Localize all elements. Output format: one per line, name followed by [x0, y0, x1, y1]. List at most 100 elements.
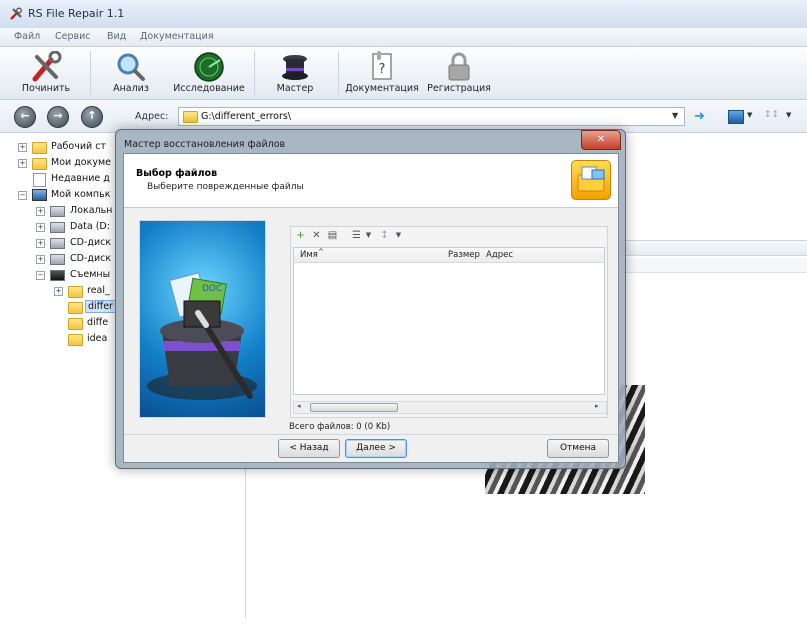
go-arrow-icon[interactable]: ➜: [694, 109, 705, 124]
magic-hat-icon: [278, 51, 312, 83]
expand-icon[interactable]: +: [36, 223, 45, 232]
bottom-edge: [0, 618, 807, 625]
view-mode-chevron-icon[interactable]: ▼: [747, 111, 752, 119]
registration-button[interactable]: Регистрация: [424, 47, 494, 99]
repair-label: Починить: [21, 83, 71, 94]
collapse-icon[interactable]: −: [18, 191, 27, 200]
horizontal-scrollbar[interactable]: ◂ ▸: [293, 401, 607, 414]
magnifier-icon: [114, 51, 148, 83]
address-input[interactable]: G:\different_errors\ ▼: [178, 107, 685, 126]
collapse-icon[interactable]: −: [36, 271, 45, 280]
sort-icon[interactable]: ↕: [379, 230, 390, 241]
documentation-label: Документация: [345, 83, 419, 94]
next-button[interactable]: Далее >: [345, 439, 407, 458]
add-file-icon[interactable]: +: [295, 230, 306, 241]
documentation-button[interactable]: ? Документация: [342, 47, 422, 99]
expand-icon[interactable]: +: [36, 255, 45, 264]
tree-item-label: real_: [87, 285, 110, 296]
drive-icon: [50, 206, 65, 217]
cd-drive-icon: [50, 238, 65, 249]
wizard-button[interactable]: Мастер: [266, 47, 324, 99]
address-label: Адрес:: [135, 111, 169, 122]
sort-chevron-icon[interactable]: ▼: [393, 230, 404, 241]
menu-service[interactable]: Сервис: [55, 31, 91, 42]
expand-icon[interactable]: +: [18, 159, 27, 168]
wizard-banner-image: DOC: [139, 220, 266, 418]
menu-file[interactable]: Файл: [14, 31, 40, 42]
view-chevron-icon[interactable]: ▼: [363, 230, 374, 241]
removable-drive-icon: [50, 270, 65, 281]
tree-item-label: CD-диск: [70, 237, 112, 248]
chevron-down-icon[interactable]: ▼: [672, 111, 678, 120]
tree-item-label: Съемны: [70, 269, 111, 280]
column-address[interactable]: Адрес: [486, 250, 513, 260]
dialog-title: Мастер восстановления файлов: [124, 139, 286, 150]
footer-divider: [124, 434, 618, 435]
tree-item-label: idea: [87, 333, 108, 344]
column-name[interactable]: Имя: [300, 250, 318, 260]
menu-view[interactable]: Вид: [107, 31, 126, 42]
folder-icon: [32, 142, 47, 154]
toolbar-separator: [254, 51, 255, 95]
clear-list-icon[interactable]: ▤: [327, 230, 338, 241]
cd-drive-icon: [50, 254, 65, 265]
up-nav-button[interactable]: ↑: [81, 106, 103, 128]
forward-nav-button[interactable]: →: [47, 106, 69, 128]
research-button[interactable]: Исследование: [166, 47, 252, 99]
address-value: G:\different_errors\: [201, 111, 292, 122]
dialog-body: Выбор файлов Выберите поврежденные файлы…: [123, 153, 619, 463]
expand-icon[interactable]: +: [36, 239, 45, 248]
dialog-header: Выбор файлов Выберите поврежденные файлы: [124, 154, 618, 208]
view-mode-icon[interactable]: [728, 110, 744, 124]
folder-icon: [32, 158, 47, 170]
wizard-label: Мастер: [276, 83, 314, 94]
toolbar-separator: [338, 51, 339, 95]
folder-icon: [68, 318, 83, 330]
wrench-screwdriver-icon: [29, 50, 63, 83]
file-selection-panel: + ✕ ▤ ☰ ▼ ↕ ▼ Имя ^ Размер Адрес ◂ ▸: [290, 226, 608, 418]
file-list-toolbar: + ✕ ▤ ☰ ▼ ↕ ▼: [293, 229, 603, 243]
folder-files-icon: [571, 160, 611, 200]
analysis-label: Анализ: [113, 83, 149, 94]
back-nav-button[interactable]: ←: [14, 106, 36, 128]
repair-button[interactable]: Починить: [8, 47, 84, 99]
expand-icon[interactable]: +: [18, 143, 27, 152]
title-bar: RS File Repair 1.1: [0, 0, 807, 28]
scroll-left-icon[interactable]: ◂: [297, 402, 301, 410]
svg-text:DOC: DOC: [202, 284, 222, 294]
folder-icon: [68, 286, 83, 298]
cancel-button[interactable]: Отмена: [547, 439, 609, 458]
menu-documentation[interactable]: Документация: [140, 31, 214, 42]
back-button[interactable]: < Назад: [278, 439, 340, 458]
registration-label: Регистрация: [427, 83, 491, 94]
step-heading: Выбор файлов: [136, 168, 218, 179]
view-list-icon[interactable]: ☰: [351, 230, 362, 241]
folder-icon: [68, 302, 83, 314]
sort-chevron-icon[interactable]: ▼: [786, 111, 791, 119]
radar-icon: [192, 51, 226, 83]
folder-icon: [183, 111, 198, 123]
arrow-left-icon: ←: [20, 109, 30, 122]
remove-file-icon[interactable]: ✕: [311, 230, 322, 241]
tree-item-label: Рабочий ст: [51, 141, 106, 152]
sort-icon[interactable]: ↕↕: [764, 110, 779, 120]
tree-item-label: Недавние д: [51, 173, 110, 184]
folder-icon: [68, 334, 83, 346]
expand-icon[interactable]: +: [36, 207, 45, 216]
arrow-up-icon: ↑: [87, 109, 97, 122]
svg-text:?: ?: [379, 62, 386, 77]
scrollbar-thumb[interactable]: [310, 403, 398, 412]
window-title: RS File Repair 1.1: [28, 7, 125, 20]
column-size[interactable]: Размер: [448, 250, 480, 260]
file-list-header: Имя ^ Размер Адрес: [294, 248, 604, 263]
analysis-button[interactable]: Анализ: [102, 47, 160, 99]
tree-item-label: Локальн: [70, 205, 113, 216]
sort-ascending-icon: ^: [318, 248, 324, 256]
expand-icon[interactable]: +: [54, 287, 63, 296]
close-button[interactable]: ✕: [581, 130, 621, 150]
tree-item-label: Мой компьк: [51, 189, 111, 200]
file-list[interactable]: Имя ^ Размер Адрес: [293, 247, 605, 395]
total-files-text: Всего файлов: 0 (0 Kb): [289, 422, 391, 432]
arrow-right-icon: →: [53, 109, 63, 122]
scroll-right-icon[interactable]: ▸: [595, 402, 599, 410]
